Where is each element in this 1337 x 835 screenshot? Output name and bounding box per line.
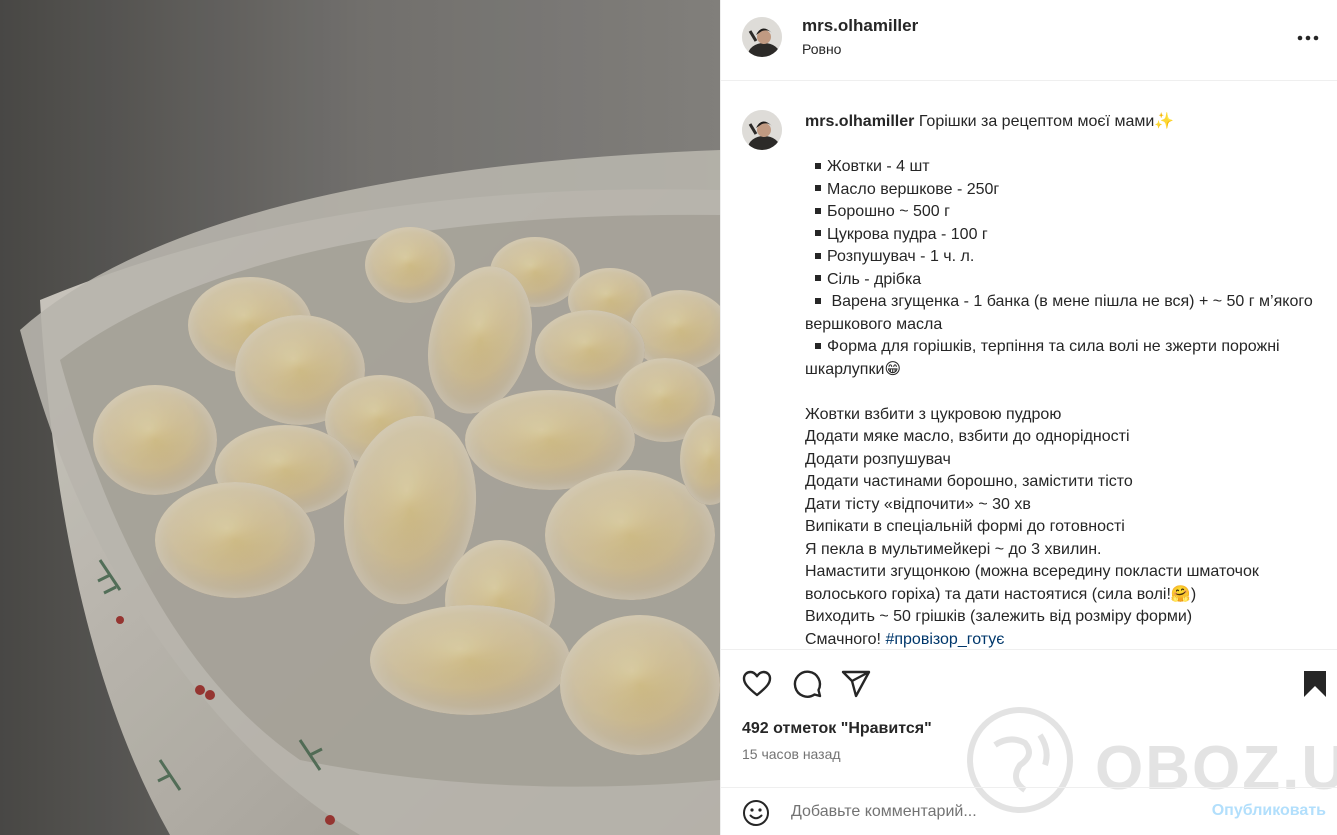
- step-line: Додати частинами борошно, замістити тіст…: [805, 473, 1133, 490]
- comment-icon: [793, 670, 822, 698]
- ingredient-text: Цукрова пудра - 100 г: [827, 225, 988, 243]
- share-button[interactable]: [840, 668, 872, 700]
- ingredient-item: Цукрова пудра - 100 г: [805, 224, 1330, 247]
- ingredient-item: Жовтки - 4 шт: [805, 156, 1330, 179]
- post-caption: mrs.olhamiller Горішки за рецептом моєї …: [805, 111, 1330, 649]
- ingredient-item: Борошно ~ 500 г: [805, 201, 1330, 224]
- step-line: Намастити згущонкою (можна всередину пок…: [805, 563, 1259, 603]
- ingredient-item: Форма для горішків, терпіння та сила вол…: [805, 336, 1330, 381]
- likes-count[interactable]: 492 отметок "Нравится": [742, 720, 932, 738]
- publish-button[interactable]: Опубликовать: [1212, 802, 1326, 820]
- step-line: Випікати в спеціальній формі до готовнос…: [805, 518, 1125, 535]
- post-timestamp[interactable]: 15 часов назад: [742, 746, 841, 762]
- heart-icon: [742, 670, 772, 697]
- caption-username[interactable]: mrs.olhamiller: [805, 113, 914, 130]
- comment-input[interactable]: [791, 800, 1191, 824]
- emoji-button[interactable]: [742, 799, 770, 827]
- author-username[interactable]: mrs.olhamiller: [802, 16, 918, 36]
- ingredient-item: Масло вершкове - 250г: [805, 179, 1330, 202]
- ingredient-text: Варена згущенка - 1 банка (в мене пішла …: [805, 293, 1313, 333]
- save-button[interactable]: [1299, 668, 1331, 700]
- caption-title: Горішки за рецептом моєї мами✨: [918, 113, 1175, 130]
- post-photo-illustration: [0, 0, 720, 835]
- step-line: Додати мяке масло, взбити до однорідност…: [805, 428, 1130, 445]
- caption-avatar[interactable]: [742, 110, 782, 150]
- send-icon: [841, 670, 871, 698]
- author-avatar[interactable]: [742, 17, 782, 57]
- post-actions: OBOZ.UA 492 отметок "Нравится" 15 часов …: [721, 649, 1337, 813]
- avatar-photo: [742, 110, 782, 150]
- step-line: Додати розпушувач: [805, 450, 951, 468]
- hashtag-link[interactable]: #провізор_готує: [885, 631, 1004, 648]
- avatar-photo: [742, 17, 782, 57]
- ingredient-text: Масло вершкове - 250г: [827, 180, 1000, 198]
- comment-bar: Опубликовать: [721, 787, 1337, 835]
- step-line: Жовтки взбити з цукровою пудрою: [805, 405, 1062, 423]
- ingredient-text: Розпушувач - 1 ч. л.: [827, 248, 975, 265]
- post-header: mrs.olhamiller Ровно: [721, 0, 1337, 81]
- step-line: Виходить ~ 50 грішків (залежить від розм…: [805, 608, 1193, 625]
- comment-button[interactable]: [791, 668, 823, 700]
- closing-line: Смачного! #провізор_готує: [805, 629, 1330, 650]
- post-photo[interactable]: [0, 0, 720, 835]
- ingredient-item: Сіль - дрібка: [805, 269, 1330, 292]
- ingredient-text: Сіль - дрібка: [827, 270, 922, 288]
- bookmark-icon: [1304, 671, 1326, 697]
- step-line: Дати тісту «відпочити» ~ 30 хв: [805, 495, 1031, 513]
- post-sidebar: mrs.olhamiller Ровно mrs.olhamiller Горі…: [720, 0, 1337, 835]
- more-options-button[interactable]: [1294, 26, 1322, 50]
- ingredient-text: Форма для горішків, терпіння та сила вол…: [805, 338, 1280, 378]
- step-line: Я пекла в мультимейкері ~ до 3 хвилин.: [805, 540, 1102, 558]
- ingredient-item: Розпушувач - 1 ч. л.: [805, 246, 1330, 269]
- emoji-icon: [743, 800, 769, 826]
- closing-text: Смачного!: [805, 630, 886, 648]
- ingredient-item: Варена згущенка - 1 банка (в мене пішла …: [805, 291, 1330, 336]
- ingredient-text: Жовтки - 4 шт: [827, 158, 930, 175]
- like-button[interactable]: [741, 668, 773, 700]
- more-horizontal-icon: [1297, 35, 1319, 41]
- ingredient-text: Борошно ~ 500 г: [827, 203, 950, 220]
- caption-section: mrs.olhamiller Горішки за рецептом моєї …: [721, 81, 1337, 649]
- post-location[interactable]: Ровно: [802, 41, 841, 57]
